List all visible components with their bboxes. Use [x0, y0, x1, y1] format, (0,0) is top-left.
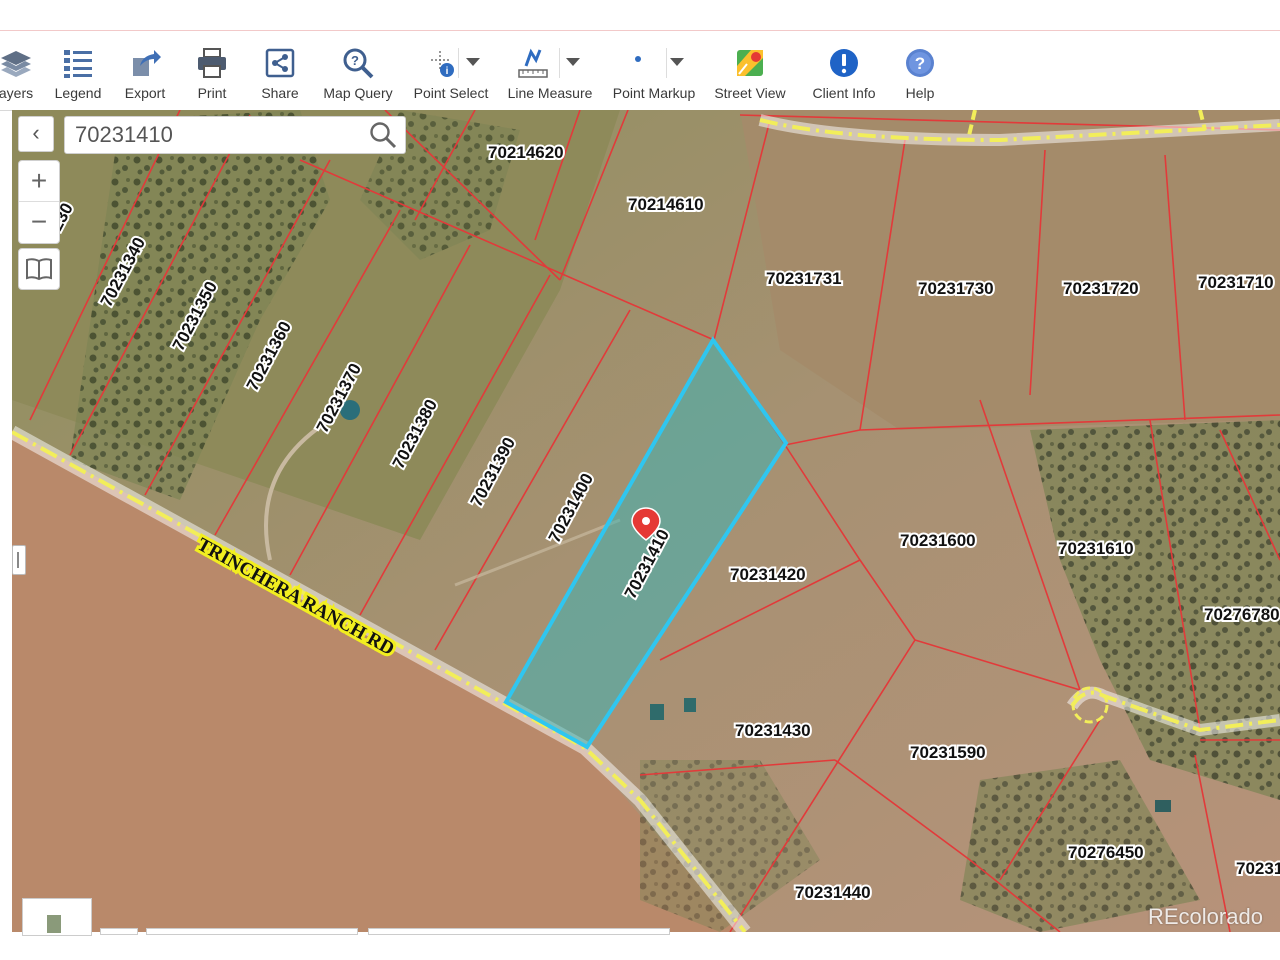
- street-view-button[interactable]: Street View: [712, 42, 788, 106]
- street-view-icon: [737, 50, 763, 76]
- zoom-control: + −: [18, 160, 60, 244]
- building: [650, 704, 664, 720]
- parcel-label: 70231730: [918, 279, 994, 298]
- svg-text:?: ?: [915, 54, 925, 73]
- line-measure-icon: [518, 48, 548, 78]
- open-book-icon: [26, 258, 52, 281]
- client-info-label: Client Info: [812, 85, 876, 101]
- layers-button[interactable]: ayers: [0, 42, 38, 106]
- parcel-label: 70231430: [735, 721, 811, 740]
- point-select-icon: i: [431, 51, 454, 77]
- client-info-button[interactable]: Client Info: [808, 42, 880, 106]
- help-button[interactable]: ? Help: [896, 42, 944, 106]
- street-view-label: Street View: [714, 85, 786, 101]
- point-select-separator: [458, 48, 459, 78]
- map-query-label: Map Query: [323, 85, 393, 101]
- layers-label: ayers: [0, 85, 34, 101]
- building: [1155, 800, 1171, 812]
- point-markup-separator: [666, 48, 667, 78]
- help-icon: ?: [906, 49, 934, 77]
- parcel-label: 70231610: [1058, 539, 1134, 558]
- bookmarks-button[interactable]: [18, 248, 60, 290]
- search-box[interactable]: [64, 116, 406, 154]
- line-measure-dropdown-icon[interactable]: [566, 58, 580, 66]
- legend-button[interactable]: Legend: [50, 42, 106, 106]
- collapse-panel-button[interactable]: ‹: [18, 116, 54, 152]
- print-button[interactable]: Print: [186, 42, 238, 106]
- line-measure-separator: [559, 48, 560, 78]
- zoom-in-button[interactable]: +: [19, 161, 59, 201]
- export-button[interactable]: Export: [118, 42, 172, 106]
- top-divider: [0, 30, 1280, 31]
- legend-icon: [64, 50, 92, 78]
- parcel-label: 70231600: [900, 531, 976, 550]
- help-label: Help: [905, 85, 935, 101]
- search-icon[interactable]: [369, 121, 397, 149]
- share-label: Share: [261, 85, 299, 101]
- point-select-label: Point Select: [413, 85, 489, 101]
- parcel-search-input[interactable]: [73, 121, 367, 149]
- share-icon: [265, 48, 295, 78]
- print-icon: [198, 48, 226, 78]
- side-panel-handle[interactable]: [12, 545, 26, 575]
- building: [684, 698, 696, 712]
- parcel-label: 70276780: [1204, 605, 1280, 624]
- parcel-label: 70231440: [795, 883, 871, 902]
- point-select-button[interactable]: i Point Select: [410, 42, 492, 106]
- parcel-label: 70231710: [1198, 273, 1274, 292]
- point-markup-dropdown-icon[interactable]: [670, 58, 684, 66]
- map-query-button[interactable]: ? Map Query: [322, 42, 394, 106]
- toolbar: ayers Legend Export Print Share ? Map Qu…: [0, 34, 1280, 111]
- client-info-icon: [830, 49, 858, 77]
- footer-strip: [0, 932, 1280, 960]
- layers-icon: [1, 51, 31, 77]
- print-label: Print: [197, 85, 227, 101]
- map-query-icon: ?: [343, 48, 374, 79]
- parcel-label: 70214610: [628, 195, 704, 214]
- parcel-label: 70231731: [766, 269, 842, 288]
- zoom-out-button[interactable]: −: [19, 202, 59, 242]
- parcel-label: 70231: [1236, 859, 1280, 878]
- point-markup-label: Point Markup: [612, 85, 696, 101]
- svg-text:?: ?: [351, 53, 359, 68]
- export-icon: [133, 50, 161, 76]
- point-markup-button[interactable]: Point Markup: [610, 42, 698, 106]
- parcel-label: 70214620: [488, 143, 564, 162]
- export-label: Export: [124, 85, 166, 101]
- legend-label: Legend: [54, 85, 102, 101]
- map-svg[interactable]: 70214620 70214610 70231731 70231730 7023…: [12, 110, 1280, 932]
- parcel-label: 70231720: [1063, 279, 1139, 298]
- map-canvas[interactable]: 70214620 70214610 70231731 70231730 7023…: [12, 110, 1280, 932]
- parcel-label: 70276450: [1068, 843, 1144, 862]
- parcel-label: 70231420: [730, 565, 806, 584]
- point-markup-icon: [635, 56, 641, 62]
- line-measure-button[interactable]: Line Measure: [505, 42, 595, 106]
- basemap-toggle[interactable]: [22, 898, 92, 936]
- parcel-label: 70231590: [910, 743, 986, 762]
- svg-text:i: i: [446, 66, 449, 77]
- basemap-thumbnail: [47, 915, 61, 933]
- watermark: REcolorado: [1148, 904, 1263, 929]
- point-select-dropdown-icon[interactable]: [466, 58, 480, 66]
- chevron-left-icon: ‹: [32, 120, 40, 145]
- share-button[interactable]: Share: [254, 42, 306, 106]
- line-measure-label: Line Measure: [507, 85, 593, 101]
